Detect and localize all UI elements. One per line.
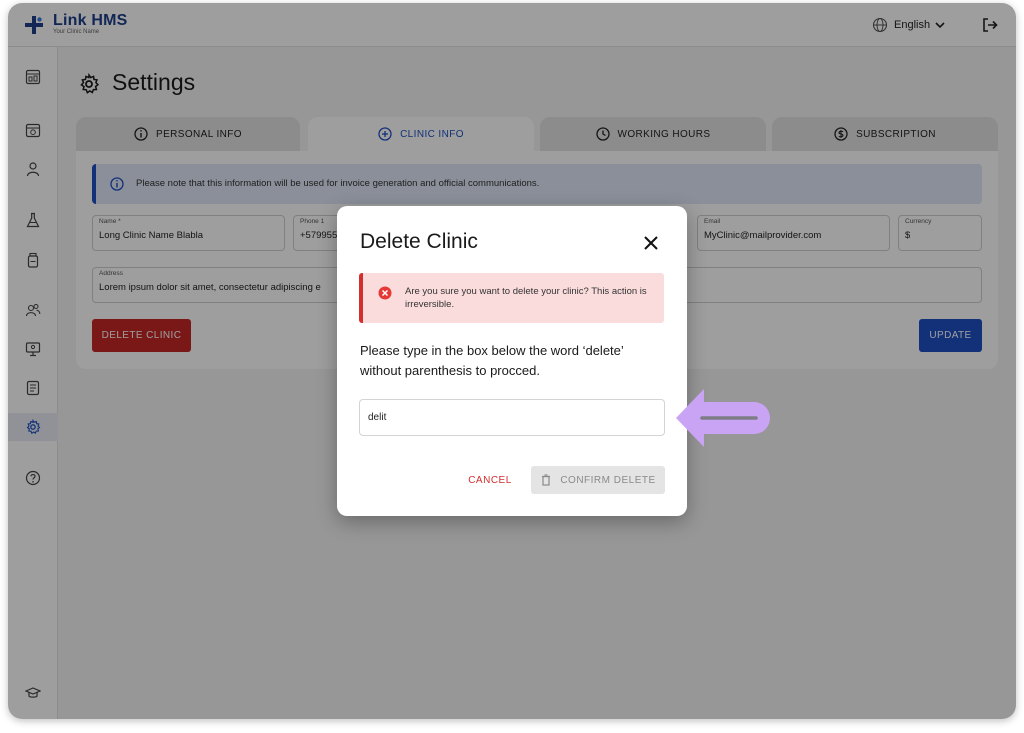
delete-clinic-dialog: Delete Clinic Are you sure you want to d… (337, 206, 687, 516)
confirm-delete-label: CONFIRM DELETE (560, 474, 656, 486)
dialog-instruction: Please type in the box below the word ‘d… (360, 343, 624, 378)
pointer-arrow-icon (676, 389, 770, 447)
dialog-title: Delete Clinic (360, 230, 478, 253)
trash-icon (542, 474, 551, 486)
confirm-delete-button[interactable]: CONFIRM DELETE (531, 466, 665, 494)
danger-alert-text: Are you sure you want to delete your cli… (405, 286, 647, 310)
danger-alert: Are you sure you want to delete your cli… (359, 273, 664, 323)
confirm-delete-input[interactable]: delit (359, 399, 665, 436)
cancel-button[interactable]: CANCEL (460, 468, 520, 492)
error-circle-icon (378, 286, 392, 300)
close-icon[interactable] (642, 234, 660, 252)
